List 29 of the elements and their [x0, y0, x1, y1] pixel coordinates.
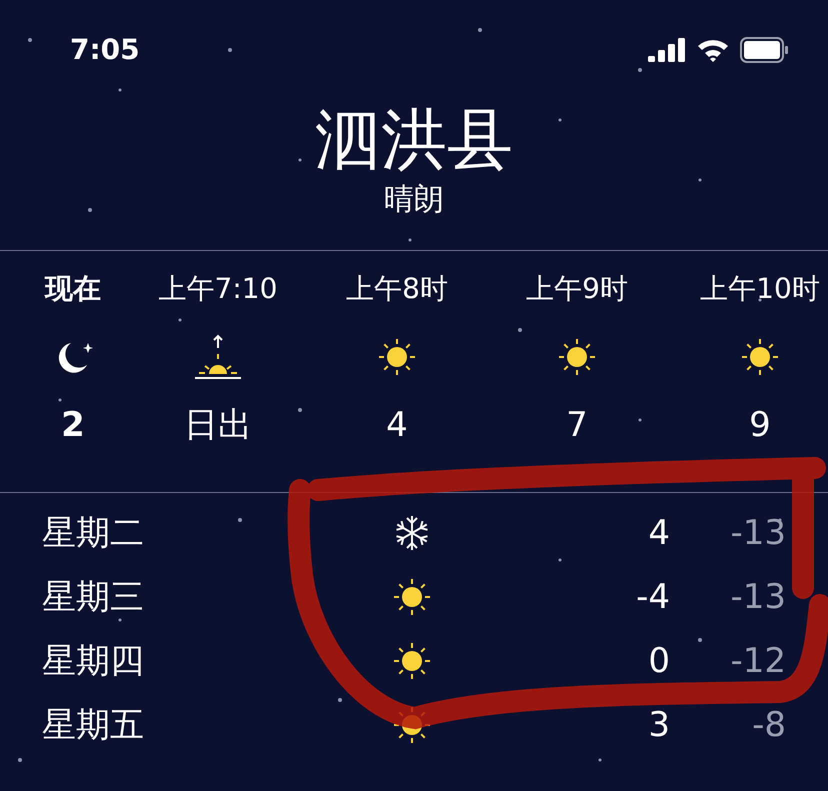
day-name: 星期四: [41, 640, 145, 682]
hour-label: 现在: [45, 271, 101, 307]
low-temperature: -12: [729, 640, 786, 682]
hour-temperature: 2: [61, 404, 85, 447]
hour-label: 上午9时: [526, 271, 628, 307]
low-temperature: -13: [729, 512, 786, 554]
low-temperature: -8: [751, 704, 786, 746]
high-temperature: 4: [647, 512, 670, 554]
day-name: 星期五: [41, 704, 145, 746]
high-temperature: 0: [647, 640, 670, 682]
wifi-icon: [696, 38, 730, 62]
hour-temperature: 4: [386, 404, 408, 447]
weather-condition: 晴朗: [384, 181, 444, 219]
city-name: 泗洪县: [315, 100, 513, 180]
status-time: 7:05: [70, 32, 140, 68]
hour-temperature: 日出: [184, 404, 252, 447]
hour-label: 上午7:10: [158, 271, 278, 307]
day-name: 星期三: [41, 576, 145, 618]
low-temperature: -13: [729, 576, 786, 618]
day-name: 星期二: [41, 512, 145, 554]
high-temperature: 3: [647, 704, 670, 746]
hour-temperature: 9: [749, 404, 771, 447]
high-temperature: -4: [635, 576, 670, 618]
battery-icon: [740, 37, 790, 63]
signal-icon: [648, 38, 686, 62]
hour-temperature: 7: [566, 404, 588, 447]
hour-label: 上午8时: [346, 271, 448, 307]
hour-label: 上午10时: [700, 271, 820, 307]
sunrise-icon: [193, 334, 243, 380]
